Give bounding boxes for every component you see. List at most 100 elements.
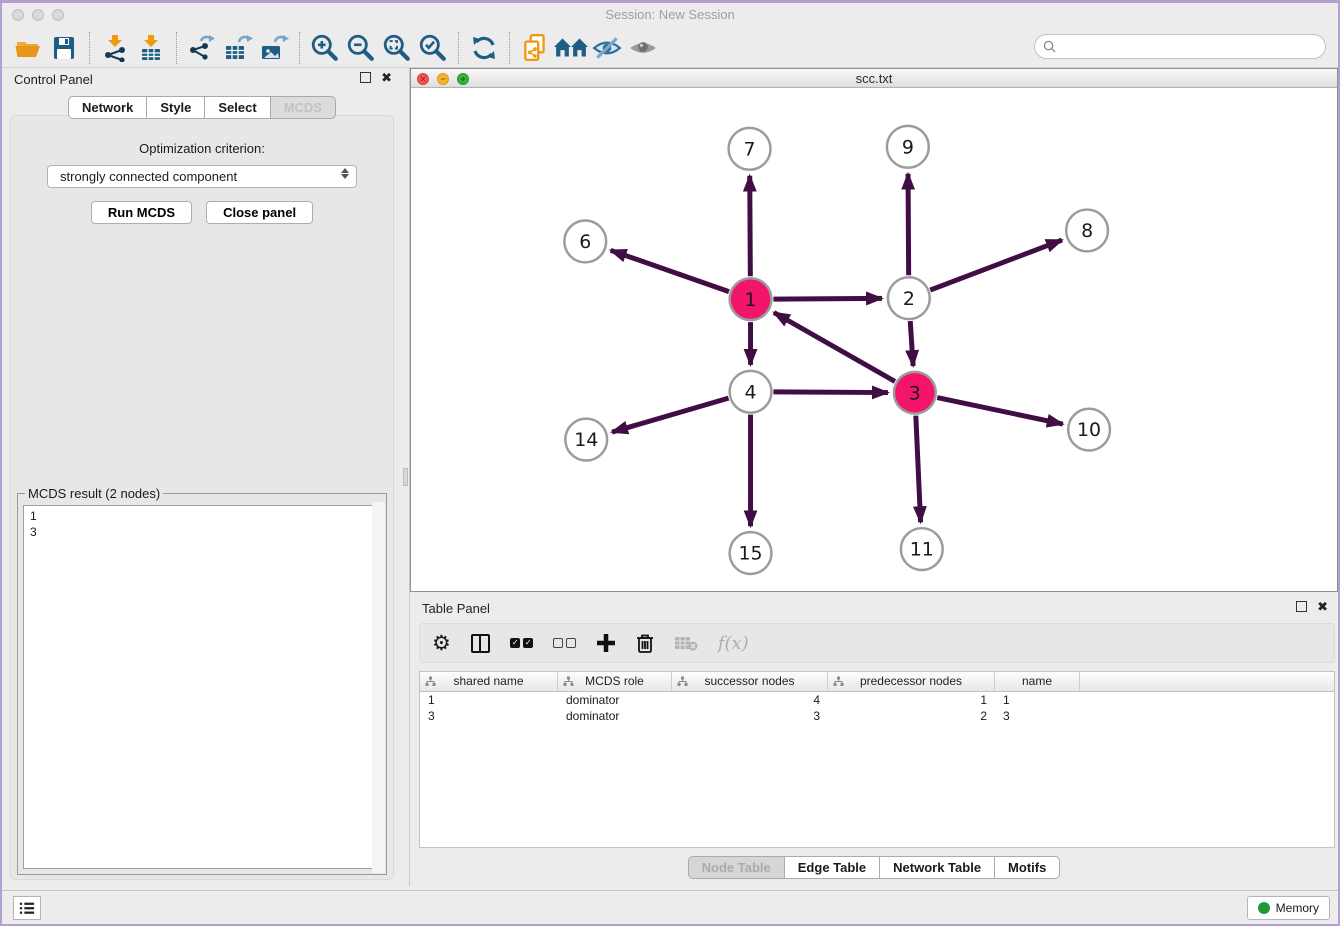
duplicate-network-icon: [521, 33, 549, 63]
tab-network-table[interactable]: Network Table: [880, 856, 995, 879]
show-eye-button[interactable]: [625, 31, 661, 65]
network-window-titlebar[interactable]: ✕ − + scc.txt: [411, 69, 1337, 88]
graph-node-10[interactable]: 10: [1068, 409, 1110, 451]
graph-edge-4-14[interactable]: [612, 398, 728, 432]
search-input[interactable]: [1061, 39, 1325, 55]
export-network-icon: [187, 34, 217, 62]
graph-node-11[interactable]: 11: [901, 528, 943, 570]
graph-edge-4-3[interactable]: [773, 392, 888, 393]
tab-node-table[interactable]: Node Table: [688, 856, 785, 879]
graph-node-6[interactable]: 6: [564, 221, 606, 263]
zoom-in-button[interactable]: [307, 31, 343, 65]
tab-select[interactable]: Select: [205, 96, 270, 119]
close-table-panel-icon[interactable]: ✖: [1317, 601, 1328, 612]
zoom-out-button[interactable]: [343, 31, 379, 65]
import-network-button[interactable]: [97, 31, 133, 65]
graph-node-4[interactable]: 4: [730, 371, 772, 413]
table-row[interactable]: 1dominator411: [420, 692, 1334, 708]
graph-node-7[interactable]: 7: [729, 128, 771, 170]
run-mcds-button[interactable]: Run MCDS: [91, 201, 192, 224]
graph-edge-1-6[interactable]: [611, 250, 729, 291]
table-cell[interactable]: 1: [828, 692, 995, 708]
table-settings-gear-icon[interactable]: ⚙: [432, 630, 451, 656]
import-table-button[interactable]: [133, 31, 169, 65]
control-panel-title: Control Panel: [14, 72, 93, 87]
panel-splitter[interactable]: [402, 68, 410, 886]
graph-edge-2-9[interactable]: [908, 174, 909, 276]
graph-node-3[interactable]: 3: [894, 372, 936, 414]
table-cell[interactable]: 1: [995, 692, 1080, 708]
memory-button[interactable]: Memory: [1247, 896, 1330, 920]
criterion-dropdown[interactable]: strongly connected component: [47, 165, 357, 188]
graph-node-9[interactable]: 9: [887, 126, 929, 168]
table-cell[interactable]: 2: [828, 708, 995, 724]
open-folder-icon: [13, 34, 43, 62]
graph-edge-3-11[interactable]: [916, 416, 921, 523]
graph-edge-1-2[interactable]: [773, 298, 882, 299]
close-panel-icon[interactable]: ✖: [381, 72, 392, 83]
close-panel-button[interactable]: Close panel: [206, 201, 313, 224]
mcds-result-text[interactable]: 1 3: [23, 505, 381, 869]
refresh-button[interactable]: [466, 31, 502, 65]
table-cell[interactable]: 3: [420, 708, 558, 724]
tab-motifs[interactable]: Motifs: [995, 856, 1060, 879]
graph-edge-2-8[interactable]: [930, 240, 1062, 290]
tab-edge-table[interactable]: Edge Table: [785, 856, 880, 879]
toolbar-separator: [509, 32, 510, 64]
result-scrollbar[interactable]: [372, 502, 385, 873]
network-graph[interactable]: 7 9 6 8 1 2 4 3 14 10 15 11: [411, 89, 1337, 591]
column-layout-icon[interactable]: [471, 630, 490, 656]
network-home-button[interactable]: [553, 31, 589, 65]
node-table: shared nameMCDS rolesuccessor nodes prede…: [419, 671, 1335, 848]
column-header-predecessor-nodes[interactable]: predecessor nodes: [828, 672, 995, 691]
search-field[interactable]: [1034, 34, 1326, 59]
table-cell[interactable]: 4: [672, 692, 828, 708]
graph-edge-2-3[interactable]: [910, 321, 913, 366]
splitter-handle[interactable]: [403, 468, 408, 486]
graph-node-1[interactable]: 1: [730, 278, 772, 320]
zoom-fit-button[interactable]: [379, 31, 415, 65]
column-header-label: predecessor nodes: [860, 674, 962, 688]
table-cell[interactable]: 1: [420, 692, 558, 708]
export-network-button[interactable]: [184, 31, 220, 65]
float-table-panel-icon[interactable]: [1296, 601, 1307, 612]
column-header-shared-name[interactable]: shared name: [420, 672, 558, 691]
tab-mcds[interactable]: MCDS: [271, 96, 336, 119]
open-session-button[interactable]: [10, 31, 46, 65]
graph-edge-3-1[interactable]: [774, 313, 895, 382]
graph-node-8[interactable]: 8: [1066, 210, 1108, 252]
zoom-selected-button[interactable]: [415, 31, 451, 65]
graph-node-14[interactable]: 14: [565, 419, 607, 461]
float-panel-icon[interactable]: [360, 72, 371, 83]
network-view-window: ✕ − + scc.txt 7 9 6 8 1 2 4 3 14 10 15 11: [410, 68, 1338, 592]
table-cell[interactable]: 3: [672, 708, 828, 724]
function-builder-icon[interactable]: f(x): [718, 630, 749, 656]
hide-eye-button[interactable]: [589, 31, 625, 65]
save-session-button[interactable]: [46, 31, 82, 65]
network-canvas[interactable]: 7 9 6 8 1 2 4 3 14 10 15 11: [411, 89, 1337, 591]
graph-node-label: 3: [909, 382, 921, 404]
tab-network[interactable]: Network: [68, 96, 147, 119]
export-image-button[interactable]: [256, 31, 292, 65]
delete-row-trash-icon[interactable]: [636, 630, 654, 656]
duplicate-network-button[interactable]: [517, 31, 553, 65]
graph-edge-3-10[interactable]: [937, 398, 1063, 424]
graph-node-15[interactable]: 15: [730, 532, 772, 574]
graph-edge-1-7[interactable]: [750, 176, 751, 277]
deselect-all-columns-icon[interactable]: [553, 630, 576, 656]
table-cell[interactable]: 3: [995, 708, 1080, 724]
column-header-successor-nodes[interactable]: successor nodes: [672, 672, 828, 691]
graph-node-label: 11: [910, 539, 934, 561]
select-all-columns-icon[interactable]: [510, 630, 533, 656]
column-header-name[interactable]: name: [995, 672, 1080, 691]
table-cell[interactable]: dominator: [558, 708, 672, 724]
task-history-button[interactable]: [13, 896, 41, 920]
delete-table-icon[interactable]: [674, 630, 698, 656]
tab-style[interactable]: Style: [147, 96, 205, 119]
graph-node-2[interactable]: 2: [888, 277, 930, 319]
add-row-plus-icon[interactable]: [596, 630, 616, 656]
table-row[interactable]: 3dominator323: [420, 708, 1334, 724]
table-cell[interactable]: dominator: [558, 692, 672, 708]
export-table-button[interactable]: [220, 31, 256, 65]
column-header-MCDS-role[interactable]: MCDS role: [558, 672, 672, 691]
